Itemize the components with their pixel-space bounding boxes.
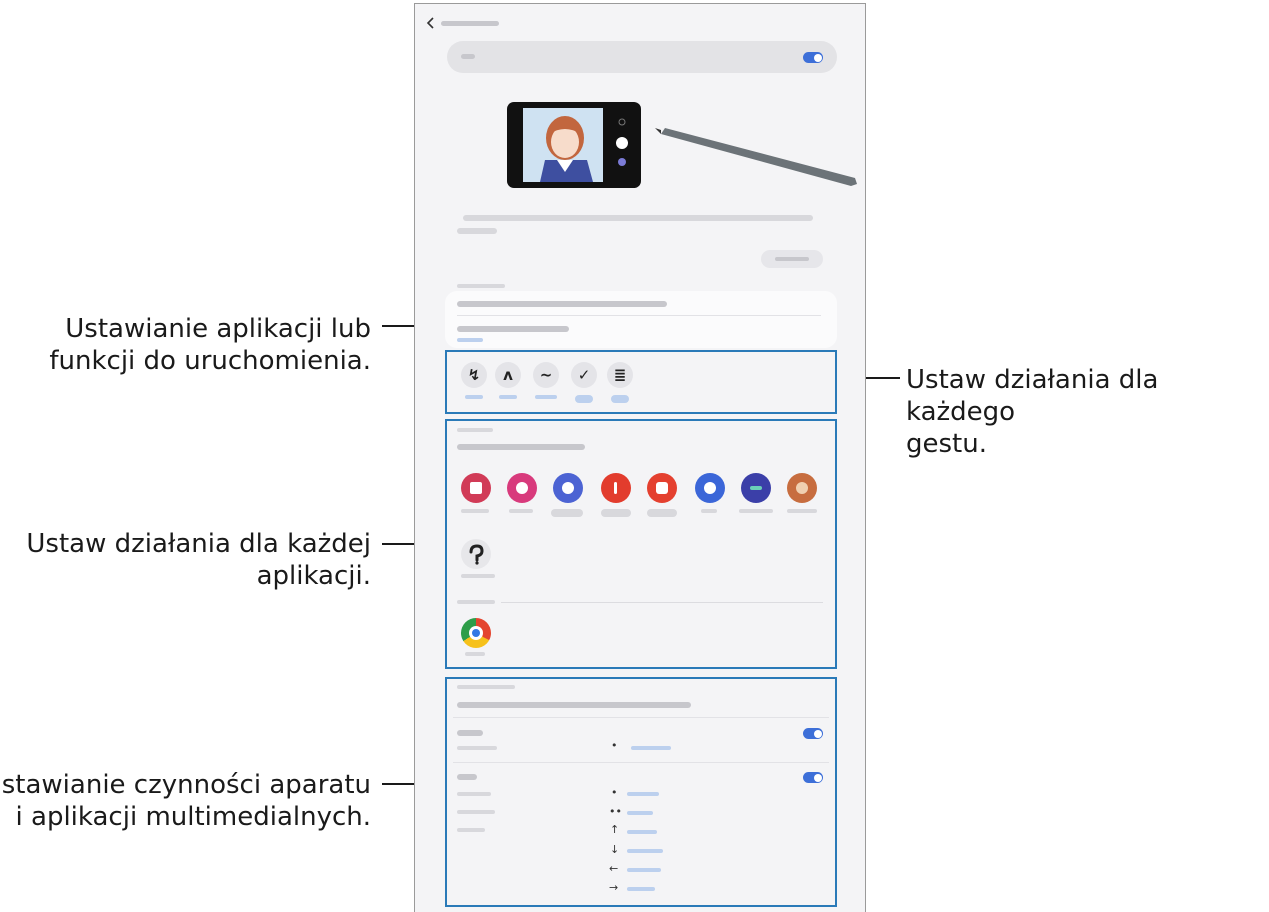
gesture-icon-5[interactable]: ≣ — [607, 362, 633, 388]
arrow-right-icon: → — [609, 881, 619, 894]
app-label-6 — [701, 509, 717, 513]
gesture-label-1 — [465, 395, 483, 399]
media-toggle[interactable] — [803, 772, 823, 783]
section-label — [457, 284, 505, 288]
chrome-icon[interactable] — [461, 618, 491, 648]
shortcut-app-value — [457, 338, 483, 342]
media-label-2 — [457, 810, 495, 814]
anywhere-actions-card — [445, 291, 837, 348]
master-switch-label — [461, 54, 475, 59]
media-action-4 — [627, 849, 663, 853]
app-label-4 — [601, 509, 631, 517]
description-line-2 — [457, 228, 497, 234]
app-label-1 — [461, 509, 489, 513]
learn-more-label — [775, 257, 809, 261]
app-label-9 — [461, 574, 495, 578]
media-action-6 — [627, 887, 655, 891]
media-gesture-double-dot: •• — [609, 805, 622, 818]
callout-apps: Ustaw działania dla każdej aplikacji. — [26, 529, 371, 591]
media-section-desc — [457, 702, 691, 708]
apps-section-desc — [457, 444, 585, 450]
gesture-icon-2[interactable]: ʌ — [495, 362, 521, 388]
app-label-5 — [647, 509, 677, 517]
app-icon-3[interactable] — [553, 473, 583, 503]
app-icon-9[interactable] — [461, 539, 491, 569]
callout-camera-media: Ustawianie czynności aparatu i aplikacji… — [0, 770, 371, 832]
arrow-left-icon: ← — [609, 862, 619, 875]
shortcut-app-title[interactable] — [457, 326, 569, 332]
phone-screen: ↯ ʌ ~ ✓ ≣ • • •• ↑ ↓ ← → — [414, 3, 866, 912]
media-label-1 — [457, 792, 491, 796]
master-toggle[interactable] — [803, 52, 823, 63]
app-label-8 — [787, 509, 817, 513]
gesture-icon-4[interactable]: ✓ — [571, 362, 597, 388]
master-switch-bar[interactable] — [447, 41, 837, 73]
illustration — [505, 100, 865, 200]
app-icon-8[interactable] — [787, 473, 817, 503]
app-icon-2[interactable] — [507, 473, 537, 503]
media-action-1 — [627, 792, 659, 796]
app-icon-1[interactable] — [461, 473, 491, 503]
app-label-2 — [509, 509, 533, 513]
media-action-2 — [627, 811, 653, 815]
media-label-3 — [457, 828, 485, 832]
camera-action-label — [457, 746, 497, 750]
arrow-down-icon: ↓ — [610, 843, 620, 856]
app-label-3 — [551, 509, 583, 517]
callout-app-function: Ustawianie aplikacji lub funkcji do uruc… — [49, 314, 371, 376]
learn-more-button[interactable] — [761, 250, 823, 268]
apps-section-label — [457, 428, 493, 432]
app-icon-7[interactable] — [741, 473, 771, 503]
description-line-1 — [463, 215, 813, 221]
chrome-label — [465, 652, 485, 656]
media-gesture-dot: • — [611, 786, 618, 799]
app-icon-4[interactable] — [601, 473, 631, 503]
camera-toggle[interactable] — [803, 728, 823, 739]
gesture-label-4 — [575, 395, 593, 403]
gesture-icon-3[interactable]: ~ — [533, 362, 559, 388]
back-icon[interactable] — [425, 16, 437, 30]
app-icon-5[interactable] — [647, 473, 677, 503]
gesture-label-5 — [611, 395, 629, 403]
media-action-3 — [627, 830, 657, 834]
app-label-7 — [739, 509, 773, 513]
media-section-label — [457, 685, 515, 689]
app-icon-6[interactable] — [695, 473, 725, 503]
media-title[interactable] — [457, 774, 477, 780]
gesture-icon-1[interactable]: ↯ — [461, 362, 487, 388]
page-title — [441, 21, 499, 26]
camera-action-dot: • — [611, 739, 618, 752]
gesture-label-3 — [535, 395, 557, 399]
anywhere-actions-title[interactable] — [457, 301, 667, 307]
callout-gestures: Ustaw działania dla każdego gestu. — [906, 365, 1159, 459]
gesture-label-2 — [499, 395, 517, 399]
apps-highlight — [445, 419, 837, 669]
camera-action-value — [631, 746, 671, 750]
other-apps-label — [457, 600, 495, 604]
arrow-up-icon: ↑ — [610, 823, 620, 836]
camera-title[interactable] — [457, 730, 483, 736]
media-action-5 — [627, 868, 661, 872]
